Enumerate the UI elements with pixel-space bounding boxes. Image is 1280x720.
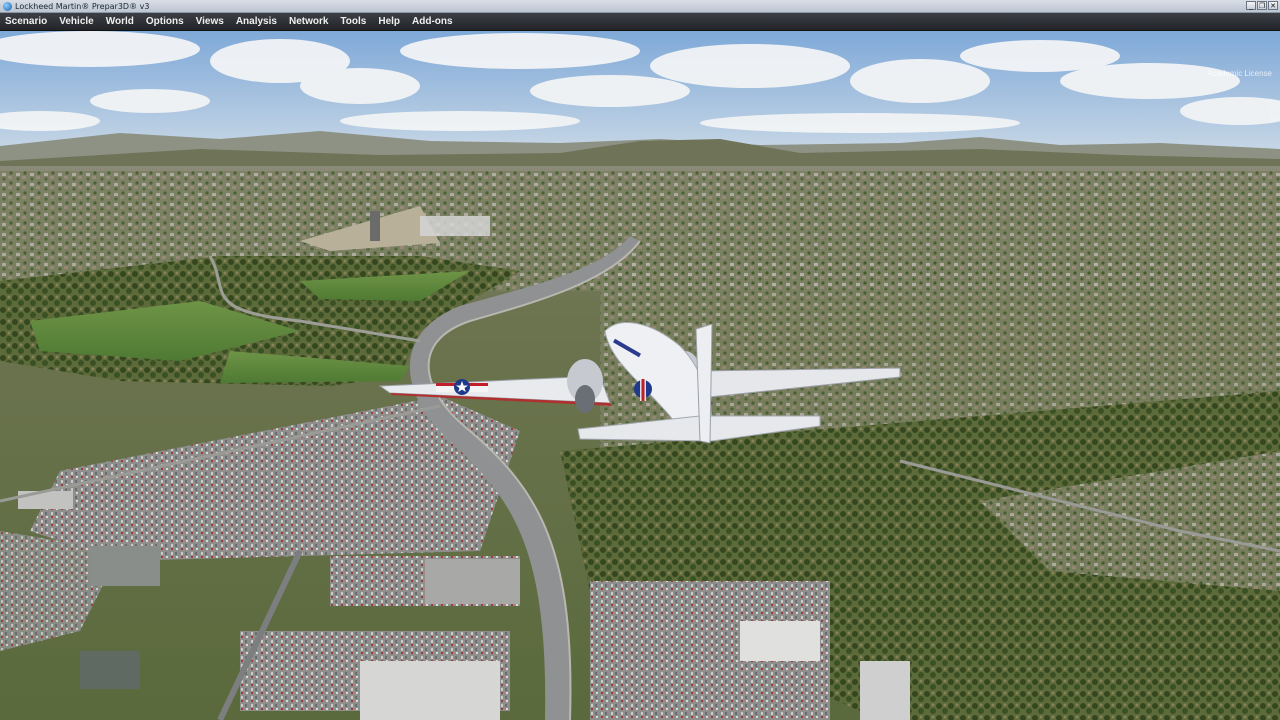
license-watermark: Academic License xyxy=(1207,69,1272,78)
title-bar: Lockheed Martin® Prepar3D® v3 _ ❐ ✕ xyxy=(0,0,1280,13)
simulator-viewport[interactable]: Academic License xyxy=(0,31,1280,720)
menu-bar: Scenario Vehicle World Options Views Ana… xyxy=(0,13,1280,31)
close-button[interactable]: ✕ xyxy=(1268,1,1278,10)
menu-network[interactable]: Network xyxy=(283,13,334,30)
scene-render xyxy=(0,31,1280,720)
menu-tools[interactable]: Tools xyxy=(334,13,372,30)
menu-options[interactable]: Options xyxy=(140,13,190,30)
minimize-button[interactable]: _ xyxy=(1246,1,1256,10)
app-globe-icon xyxy=(3,1,12,11)
menu-scenario[interactable]: Scenario xyxy=(0,13,53,30)
window-title: Lockheed Martin® Prepar3D® v3 xyxy=(15,1,150,11)
menu-addons[interactable]: Add-ons xyxy=(406,13,459,30)
window-controls: _ ❐ ✕ xyxy=(1246,1,1278,10)
menu-analysis[interactable]: Analysis xyxy=(230,13,283,30)
menu-vehicle[interactable]: Vehicle xyxy=(53,13,99,30)
menu-world[interactable]: World xyxy=(100,13,140,30)
menu-views[interactable]: Views xyxy=(190,13,230,30)
menu-help[interactable]: Help xyxy=(372,13,406,30)
restore-button[interactable]: ❐ xyxy=(1257,1,1267,10)
